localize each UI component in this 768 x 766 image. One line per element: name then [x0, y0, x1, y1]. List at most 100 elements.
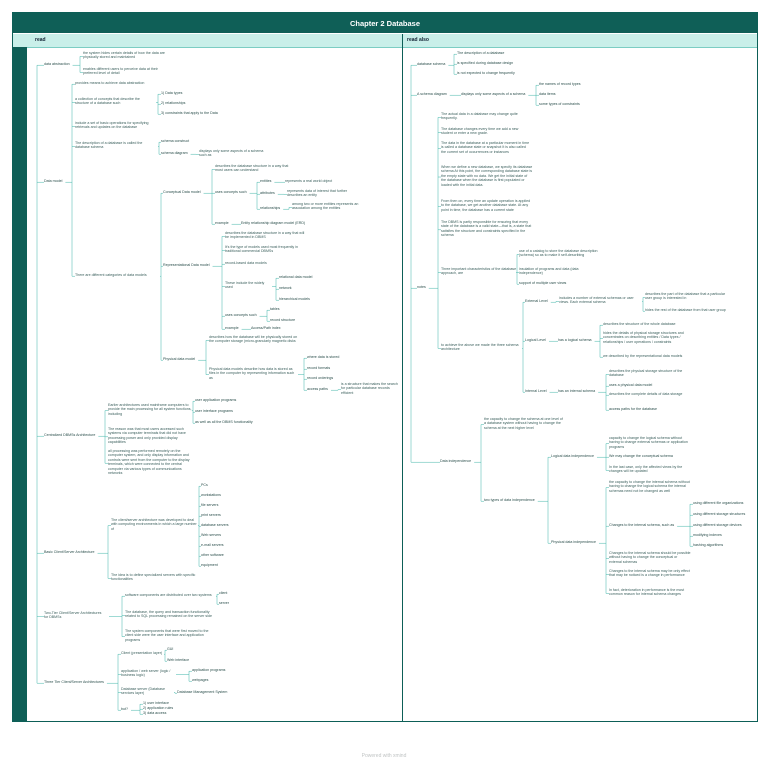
node-char-1[interactable]: use of a catalog to store the database d… — [519, 249, 603, 258]
node-rep-example[interactable]: example — [225, 326, 239, 330]
node-tt-webpages[interactable]: webpages — [192, 678, 208, 682]
node-bcs-item-1[interactable]: PCs — [201, 483, 208, 487]
node-phys-line2[interactable]: Physical data models describe how data i… — [209, 367, 295, 380]
node-bcs-item-8[interactable]: other software — [201, 553, 224, 557]
node-tt-but-1[interactable]: 1) user interface — [143, 701, 169, 705]
node-note-3[interactable]: The data in the database at a particular… — [441, 141, 531, 154]
node-erd[interactable]: Entity relationship diagram model (ERD) — [241, 221, 305, 225]
node-sd-item-1[interactable]: the names of record types — [539, 82, 581, 86]
node-bcs-item-4[interactable]: print servers — [201, 513, 221, 517]
node-di-physical-1[interactable]: the capacity to change the internal sche… — [609, 480, 691, 493]
node-data-indep[interactable]: Data independence — [440, 459, 471, 463]
node-cent-item-1[interactable]: user application programs — [195, 398, 236, 402]
node-phys-item-3[interactable]: record orderings — [307, 376, 333, 380]
node-char-2[interactable]: insulation of programs and data (data in… — [519, 267, 603, 276]
node-external-desc[interactable]: includes a number of external schemas or… — [559, 296, 641, 305]
node-dm-categories[interactable]: There are different categories of data m… — [75, 273, 157, 277]
node-bcs-item-9[interactable]: equipment — [201, 563, 218, 567]
node-dm-sd-desc[interactable]: displays only some aspects of a schema s… — [199, 149, 265, 158]
node-conceptual-desc[interactable]: describes the database structure in a wa… — [215, 164, 295, 173]
node-bcs-item-2[interactable]: workstations — [201, 493, 221, 497]
node-dm-ci-2[interactable]: 2) relationships — [161, 101, 185, 105]
node-di-logical-2[interactable]: We may change the conceptual schema — [609, 454, 673, 458]
node-dm-ci-3[interactable]: 3) constraints that apply to the Data — [161, 111, 218, 115]
node-dm-collection[interactable]: a collection of concepts that describe t… — [75, 97, 153, 106]
node-relationships-desc[interactable]: among two or more entities represents an… — [292, 202, 364, 211]
node-cent-line2[interactable]: The reason was that most users accessed … — [108, 427, 192, 445]
node-cent-line3[interactable]: all processing was performed remotely on… — [108, 449, 192, 475]
node-tt-app[interactable]: application / web server (logic / busine… — [121, 669, 173, 678]
node-di-physical-3[interactable]: Changes to the internal schema should be… — [609, 551, 691, 564]
node-two-tier-server[interactable]: server — [219, 601, 229, 605]
node-two-tier-line3[interactable]: The system components that were first mo… — [125, 629, 213, 642]
node-di-physical-5[interactable]: In fact, deterioration in performance is… — [609, 588, 691, 597]
node-di-physical-2[interactable]: Changes to the internal schema, such as — [609, 523, 674, 527]
node-rep-line1[interactable]: describes the database structure in a wa… — [225, 231, 307, 240]
node-tt-gui[interactable]: GUI — [167, 647, 173, 651]
node-two-tier-line1[interactable]: software components are distributed over… — [125, 593, 213, 597]
node-two-tier-line2[interactable]: The database, the query and transaction … — [125, 610, 213, 619]
node-da-line2[interactable]: enables different users to perceive data… — [83, 67, 173, 76]
node-logical[interactable]: Logical Level — [525, 338, 546, 342]
node-basic-cs-idea[interactable]: The idea is to define specialized server… — [111, 573, 199, 582]
node-attributes[interactable]: attributes — [260, 191, 275, 195]
node-di-logical-1[interactable]: capacity to change the logical schema wi… — [609, 436, 693, 449]
node-dbs-line2[interactable]: is specified during database design — [457, 61, 513, 65]
node-entities-desc[interactable]: represents a real world object — [285, 179, 365, 183]
node-cent-item-3[interactable]: as well as all the DBMS functionality — [195, 420, 253, 424]
node-di-physical[interactable]: Physical data independence — [551, 540, 596, 544]
node-changes-4[interactable]: modifying indexes — [693, 533, 722, 537]
node-internal-item-1[interactable]: describes the physical storage structure… — [609, 369, 689, 378]
node-rep-model-2[interactable]: network — [279, 286, 292, 290]
node-centralized[interactable]: Centralized DBMSs Architecture — [44, 433, 95, 437]
node-tt-but[interactable]: but? — [121, 707, 128, 711]
node-three-tier[interactable]: Three Tier Client/Server Architectures — [44, 680, 104, 684]
node-sd-desc[interactable]: displays only some aspects of a schema — [461, 92, 525, 96]
node-rep-use-2[interactable]: record structure — [270, 318, 295, 322]
node-tt-but-2[interactable]: 2) application rules — [143, 706, 173, 710]
node-cent-item-2[interactable]: user interface programs — [195, 409, 233, 413]
node-changes-5[interactable]: hashing algorithms — [693, 543, 723, 547]
node-phys-item-1[interactable]: where data is stored — [307, 355, 339, 359]
node-rep-model-1[interactable]: relational data model — [279, 275, 312, 279]
node-logical-item-2[interactable]: hides the details of physical storage st… — [603, 331, 699, 344]
node-dm-ops[interactable]: include a set of basic operations for sp… — [75, 121, 151, 130]
node-di-two-types[interactable]: two types of data independence — [484, 498, 535, 502]
node-two-tier[interactable]: Two-Tier Client/Server Architectures for… — [44, 611, 106, 620]
node-dbs-line1[interactable]: The description of a database — [457, 51, 504, 55]
node-phys-item-4[interactable]: access paths — [307, 387, 328, 391]
node-basic-cs[interactable]: Basic Client/Server Architecture — [44, 550, 95, 554]
node-internal-item-3[interactable]: describes the complete details of data s… — [609, 392, 689, 396]
node-data-abstraction[interactable]: data abstraction — [44, 62, 70, 66]
node-notes[interactable]: notes — [417, 285, 426, 289]
node-data-model[interactable]: Data model — [44, 179, 62, 183]
node-physical[interactable]: Physical data model — [163, 357, 195, 361]
node-rep-model-3[interactable]: hierarchical models — [279, 297, 310, 301]
node-internal[interactable]: Internal Level — [525, 389, 547, 393]
node-access-desc[interactable]: is a structure that makes the search for… — [341, 382, 399, 395]
node-note-1[interactable]: The actual data in a database may change… — [441, 112, 531, 121]
node-di-physical-4[interactable]: Changes to the internal schema may be on… — [609, 569, 691, 578]
node-conceptual[interactable]: Conceptual Data model — [163, 190, 201, 194]
node-bcs-item-7[interactable]: e-mail servers — [201, 543, 224, 547]
node-internal-item-2[interactable]: uses a physical data model — [609, 383, 652, 387]
node-note-5[interactable]: From then on, every time an update opera… — [441, 199, 533, 212]
node-external-item-1[interactable]: describes the part of the database that … — [645, 292, 727, 301]
node-basic-cs-desc[interactable]: The client/server architecture was devel… — [111, 518, 199, 531]
node-changes-1[interactable]: using different file organizations — [693, 501, 743, 505]
node-note-2[interactable]: The database changes every time we add a… — [441, 127, 531, 136]
node-logical-item-1[interactable]: describes the structure of the whole dat… — [603, 322, 699, 326]
node-uses-concepts[interactable]: uses concepts such — [215, 190, 247, 194]
node-note-4[interactable]: When we define a new database, we specif… — [441, 165, 533, 187]
node-rep-uses[interactable]: uses concepts such — [225, 313, 257, 317]
node-rep-line4[interactable]: These include the widely used — [225, 281, 269, 290]
node-dm-schema-desc[interactable]: The description of a database is called … — [75, 141, 155, 150]
node-di-logical[interactable]: Logical data independence — [551, 454, 594, 458]
node-di-desc[interactable]: the capacity to change the schema at one… — [484, 417, 564, 430]
node-db-schema[interactable]: database schema — [417, 62, 445, 66]
node-da-line1[interactable]: the system hides certain details of how … — [83, 51, 173, 60]
node-rep-use-1[interactable]: tables — [270, 307, 280, 311]
node-sd-item-3[interactable]: some types of constraints — [539, 102, 580, 106]
node-tt-but-3[interactable]: 3) data access — [143, 711, 166, 715]
node-representational[interactable]: Representational Data model — [163, 263, 210, 267]
